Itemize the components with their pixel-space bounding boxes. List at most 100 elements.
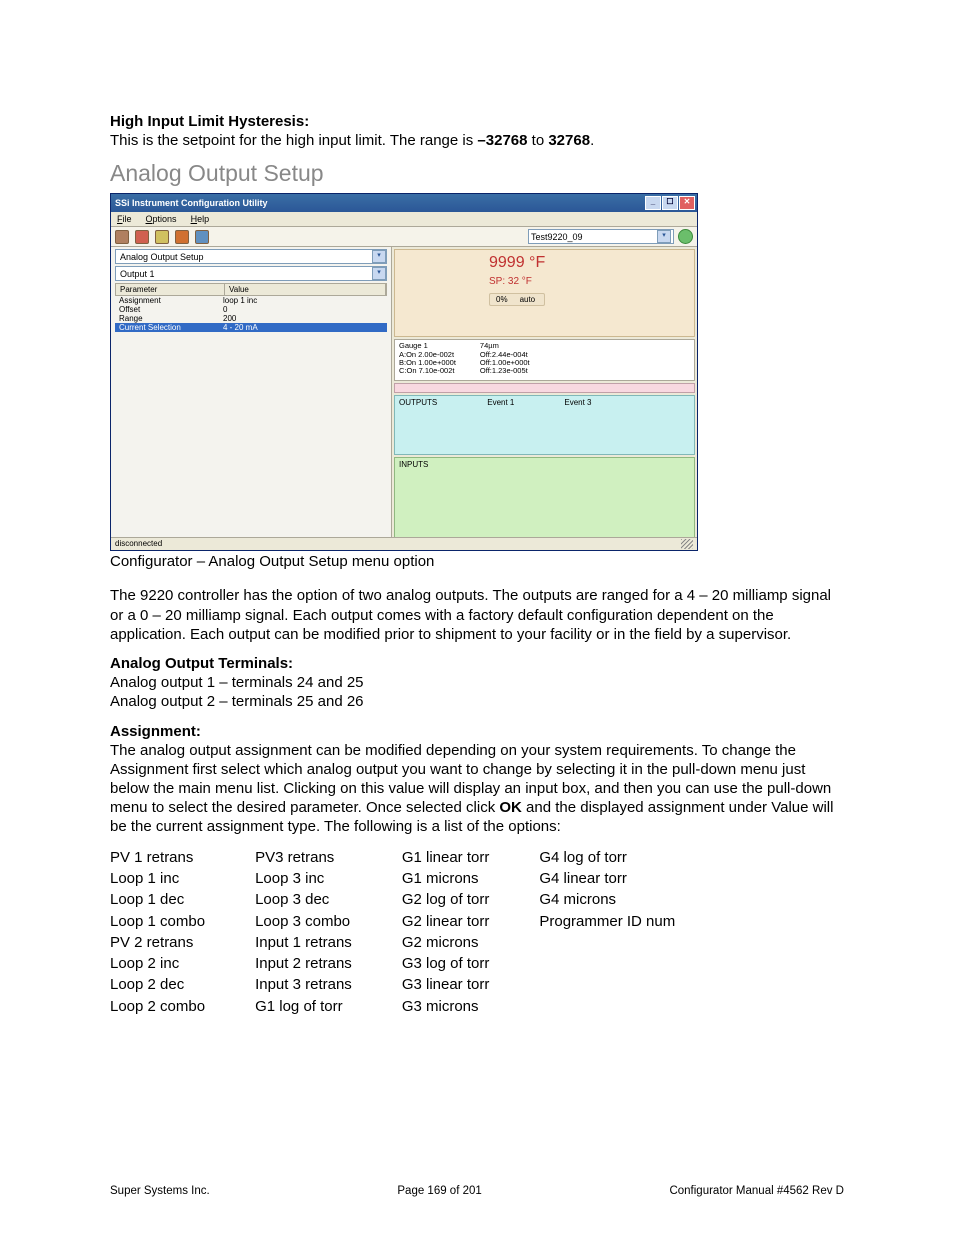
percent-value: 0% [496,295,508,304]
option-item: Loop 3 combo [255,911,352,932]
option-item: Loop 1 dec [110,889,205,910]
param-header-value: Value [225,284,386,295]
option-item: G3 linear torr [402,974,490,995]
statusbar: disconnected [111,537,697,550]
display-panel: 9999 °F SP: 32 °F 0% auto [394,249,695,337]
footer-center: Page 169 of 201 [397,1185,481,1197]
option-item: G3 microns [402,996,490,1017]
param-row-current-selection[interactable]: Current Selection 4 - 20 mA [115,323,387,332]
option-item: G2 microns [402,932,490,953]
range-end: . [590,132,594,149]
output-combo-value: Output 1 [120,269,155,279]
hysteresis-title: High Input Limit Hysteresis: [110,113,309,130]
option-item: Input 1 retrans [255,932,352,953]
option-item: Input 3 retrans [255,974,352,995]
option-item: Loop 1 combo [110,911,205,932]
option-item: PV 1 retrans [110,847,205,868]
outputs-label: OUTPUTS [399,398,437,452]
options-list: PV 1 retransLoop 1 incLoop 1 decLoop 1 c… [110,847,844,1017]
toolbar: Test9220_09 ▾ [111,227,697,247]
left-pane: Analog Output Setup ▾ Output 1 ▾ Paramet… [111,247,392,543]
inputs-panel: INPUTS [394,457,695,541]
option-item: G3 log of torr [402,953,490,974]
option-item: G1 microns [402,868,490,889]
option-item: G1 linear torr [402,847,490,868]
toolbar-icon-2[interactable] [135,230,149,244]
menubar: File Options Help [111,212,697,227]
option-item: Loop 3 dec [255,889,352,910]
param-row-range[interactable]: Range 200 [115,314,387,323]
assignment-section: Assignment: The analog output assignment… [110,722,844,837]
minimize-button[interactable]: _ [645,196,661,210]
inputs-label: INPUTS [399,460,428,469]
hysteresis-text-pre: This is the setpoint for the high input … [110,132,477,149]
option-item: G2 linear torr [402,911,490,932]
option-item: G2 log of torr [402,889,490,910]
terminals-title: Analog Output Terminals: [110,655,293,672]
range-mid: to [527,132,548,149]
option-item: Loop 1 inc [110,868,205,889]
outputs-panel: OUTPUTS Event 1 Event 3 [394,395,695,455]
toolbar-icon-3[interactable] [155,230,169,244]
intro-paragraph: The 9220 controller has the option of tw… [110,586,844,644]
temperature-value: 9999 °F [489,254,545,272]
terminals-line-2: Analog output 2 – terminals 25 and 26 [110,693,364,710]
status-indicator-icon[interactable] [678,229,693,244]
param-header-parameter: Parameter [116,284,225,295]
output-combo[interactable]: Output 1 ▾ [115,266,387,281]
config-dropdown[interactable]: Test9220_09 ▾ [528,229,674,244]
footer-right: Configurator Manual #4562 Rev D [669,1185,844,1197]
resize-grip-icon[interactable] [681,539,693,549]
terminals-line-1: Analog output 1 – terminals 24 and 25 [110,674,364,691]
menu-options[interactable]: Options [146,214,177,224]
option-item: Loop 2 dec [110,974,205,995]
menu-combo[interactable]: Analog Output Setup ▾ [115,249,387,264]
range-max: 32768 [548,132,590,149]
chevron-down-icon: ▾ [372,267,386,280]
option-item: PV3 retrans [255,847,352,868]
toolbar-icon-1[interactable] [115,230,129,244]
option-item: Programmer ID num [539,911,675,932]
section-title: Analog Output Setup [110,160,844,187]
app-window: SSi Instrument Configuration Utility _ ☐… [110,193,698,551]
titlebar: SSi Instrument Configuration Utility _ ☐… [111,194,697,212]
menu-help[interactable]: Help [191,214,210,224]
gauge-panel: Gauge 1 A:On 2.00e-002t B:On 1.00e+000t … [394,339,695,381]
outputs-event3: Event 3 [564,398,591,452]
assignment-title: Assignment: [110,723,201,740]
option-item: G4 linear torr [539,868,675,889]
divider-strip [394,383,695,393]
config-dropdown-value: Test9220_09 [531,232,583,242]
option-item: Input 2 retrans [255,953,352,974]
chevron-down-icon: ▾ [372,250,386,263]
option-item: Loop 3 inc [255,868,352,889]
menu-combo-value: Analog Output Setup [120,252,204,262]
option-item: G1 log of torr [255,996,352,1017]
status-text: disconnected [115,539,162,549]
param-table-header: Parameter Value [115,283,387,296]
setpoint-value: SP: 32 °F [489,276,545,287]
option-item: G4 microns [539,889,675,910]
figure-caption: Configurator – Analog Output Setup menu … [110,553,844,570]
menu-file[interactable]: File [117,214,132,224]
terminals-section: Analog Output Terminals: Analog output 1… [110,654,844,712]
option-item: Loop 2 combo [110,996,205,1017]
dropdown-arrow-icon: ▾ [657,230,671,243]
range-min: –32768 [477,132,527,149]
param-row-assignment[interactable]: Assignment loop 1 inc [115,296,387,305]
close-button[interactable]: ✕ [679,196,695,210]
window-title: SSi Instrument Configuration Utility [115,198,268,208]
toolbar-icon-5[interactable] [195,230,209,244]
option-item: PV 2 retrans [110,932,205,953]
maximize-button[interactable]: ☐ [662,196,678,210]
param-row-offset[interactable]: Offset 0 [115,305,387,314]
right-pane: 9999 °F SP: 32 °F 0% auto Gauge 1 A:On 2… [392,247,697,543]
outputs-event1: Event 1 [487,398,514,452]
toolbar-icon-4[interactable] [175,230,189,244]
option-item: G4 log of torr [539,847,675,868]
mode-value: auto [520,295,536,304]
option-item: Loop 2 inc [110,953,205,974]
footer-left: Super Systems Inc. [110,1185,210,1197]
ok-bold: OK [499,799,522,816]
window-buttons: _ ☐ ✕ [645,196,695,210]
